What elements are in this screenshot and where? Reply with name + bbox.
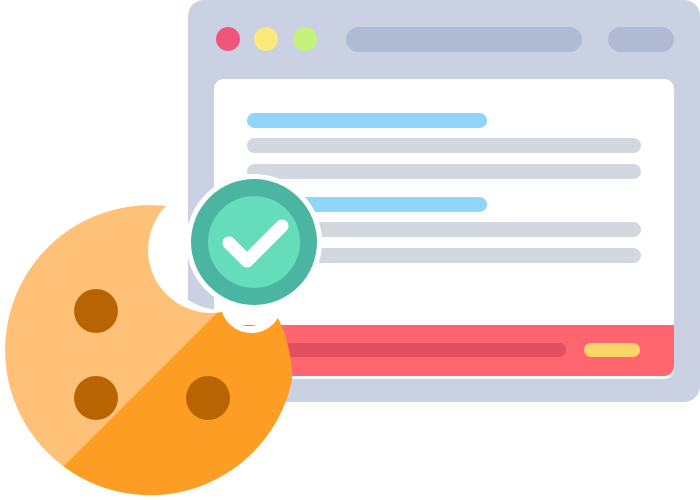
cookie-chip-3 [186,376,230,420]
window-dot-red [216,27,240,51]
cookie-chip-2 [74,376,118,420]
check-badge-icon [186,174,322,310]
text-line-2 [247,164,641,179]
window-dot-yellow [254,27,278,51]
illustration-canvas [0,0,700,500]
consent-banner-text-line [265,343,566,357]
toolbar-button [608,27,674,52]
cookie-consent-illustration [0,0,700,500]
cookie-chip-1 [74,289,118,333]
check-badge-fill [208,196,300,288]
text-line-1 [247,138,641,153]
accept-button [584,343,640,357]
window-dot-green [293,27,317,51]
heading-line-1 [247,113,487,128]
address-bar [346,27,582,52]
